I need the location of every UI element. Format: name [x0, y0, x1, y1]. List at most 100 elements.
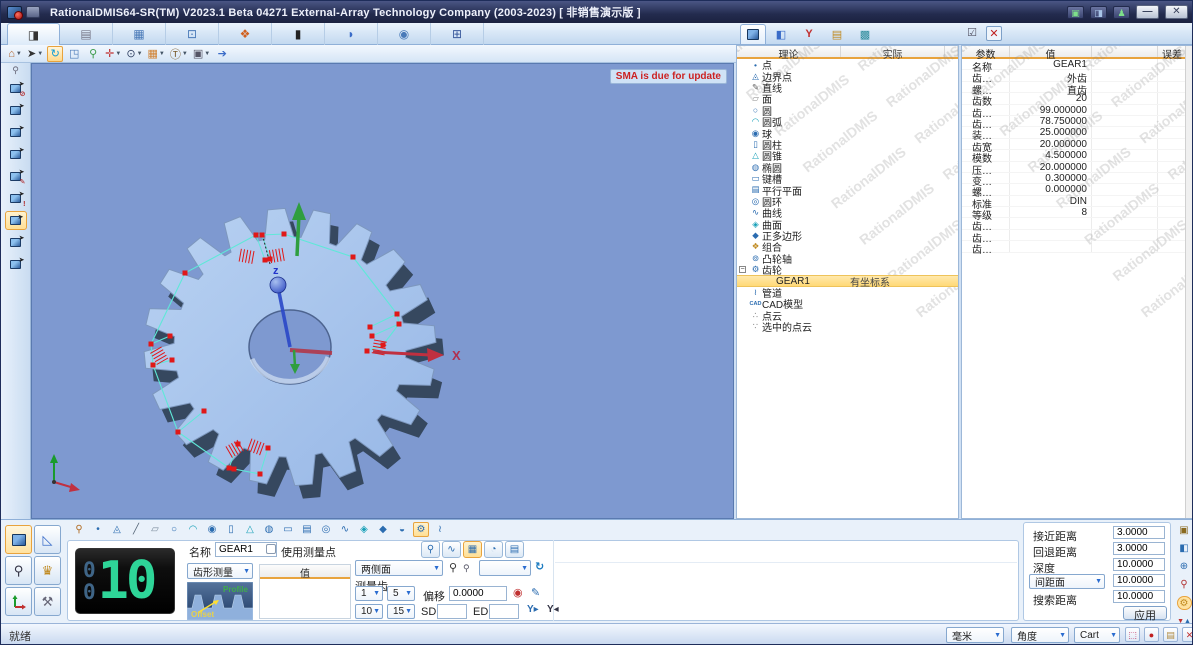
record-box-icon[interactable]: ▣ ▼ — [192, 46, 211, 62]
unit-length-select[interactable]: 毫米 ▼ — [946, 627, 1004, 643]
home-icon[interactable]: ⌂ ▼ — [7, 46, 23, 62]
view-eye-icon[interactable]: ⊙ ▼ — [125, 46, 143, 62]
param-row[interactable]: 螺… 0.000000 — [962, 184, 1192, 199]
geom-circle-icon[interactable]: ○ — [166, 522, 182, 537]
tab-display[interactable]: ⊡ — [166, 23, 219, 45]
param-row[interactable]: 齿数 20 — [962, 93, 1192, 108]
use-measured-points-checkbox[interactable] — [266, 544, 276, 554]
probe-t-icon[interactable]: ⚲ — [449, 561, 457, 574]
user-sync-icon[interactable]: ♟ — [1113, 5, 1130, 19]
gear-tab-table[interactable]: ▦ — [463, 541, 482, 558]
cad-pick-mode-8-icon[interactable]: ➤ — [5, 233, 27, 252]
edit-icon[interactable]: ✎ — [531, 586, 540, 599]
column-theoretical[interactable]: 理论 — [737, 46, 842, 61]
machine-tools-button[interactable]: ⚒ — [34, 587, 61, 616]
param-row[interactable]: 齿… 外齿 — [962, 70, 1192, 85]
param-row[interactable]: 模数 4.500000 — [962, 150, 1192, 165]
pick-probe-icon[interactable]: ⚲ — [71, 522, 87, 537]
geom-keyway-icon[interactable]: ◒ — [394, 522, 410, 537]
tab-disc[interactable]: ◉ — [378, 23, 431, 45]
retract-input[interactable] — [1113, 542, 1165, 555]
sd-input[interactable] — [437, 604, 467, 619]
rail-pin-icon[interactable]: ⚲ — [12, 65, 19, 76]
spacing-input[interactable] — [1113, 574, 1165, 587]
gear-tab-card[interactable]: ▤ — [505, 541, 524, 558]
machine-probe-button[interactable]: ⚲ — [5, 556, 32, 585]
zoom-region-icon[interactable]: ◳ — [66, 46, 82, 62]
tree-tab-report[interactable]: ▩ — [852, 24, 878, 44]
machine-axes-button[interactable] — [5, 587, 32, 616]
geom-gear-icon[interactable]: ⚙ — [413, 522, 429, 537]
apply-button[interactable]: 应用 — [1123, 606, 1167, 622]
rail-case-icon[interactable]: ▣ — [1177, 524, 1192, 538]
param-row[interactable]: 名称 GEAR1 — [962, 59, 1192, 74]
cad-pick-mode-1-icon[interactable]: ➤ ⊘ — [5, 79, 27, 98]
y-back-icon[interactable]: Y◂ — [547, 604, 559, 615]
tree-item-选中的点云[interactable]: ∵ 选中的点云 — [737, 321, 958, 334]
close-button[interactable]: ✕ — [1165, 5, 1188, 19]
machine-ruler-button[interactable]: ◺ — [34, 525, 61, 554]
params-checkbox-icon[interactable]: ☑ — [964, 26, 980, 41]
cad-pick-mode-6-icon[interactable]: ➤! — [5, 189, 27, 208]
geom-pplanes-icon[interactable]: ▤ — [299, 522, 315, 537]
tree-tab-basket[interactable]: ▤ — [824, 24, 850, 44]
y-forward-icon[interactable]: Y▸ — [527, 604, 539, 615]
tab-screen[interactable]: ⊞ — [431, 23, 484, 45]
probe-select[interactable]: ▼ — [479, 560, 531, 576]
geom-cone-icon[interactable]: △ — [242, 522, 258, 537]
flank-select[interactable]: 两侧面 ▼ — [355, 560, 443, 576]
tab-document[interactable]: ▤ — [60, 23, 113, 45]
depth-input[interactable] — [1113, 558, 1165, 571]
tab-shield[interactable]: ◗ — [325, 23, 378, 45]
cad-pick-mode-7-icon[interactable]: ➤ — [4, 211, 27, 230]
param-row[interactable]: 齿… 99.000000 — [962, 104, 1192, 120]
param-row[interactable]: 压… 20.000000 — [962, 161, 1192, 177]
machine-cad-button[interactable] — [5, 525, 32, 554]
geom-ellipse-icon[interactable]: ◍ — [261, 522, 277, 537]
status-doc-icon[interactable]: ▤ — [1163, 627, 1178, 642]
tree-tab-elements[interactable] — [740, 24, 766, 44]
param-row[interactable]: 齿宽 20.000000 — [962, 138, 1192, 154]
geom-plane-icon[interactable]: ▱ — [147, 522, 163, 537]
geom-bpoint-icon[interactable]: ◬ — [109, 522, 125, 537]
gear-tab-probe[interactable]: ⚲ — [421, 541, 440, 558]
geom-torus-icon[interactable]: ◎ — [318, 522, 334, 537]
minimize-button[interactable]: — — [1136, 5, 1159, 19]
param-row[interactable]: 标准 DIN — [962, 195, 1192, 211]
probe-align-icon[interactable]: ⚲ — [85, 46, 101, 62]
geom-cylinder-icon[interactable]: ▯ — [223, 522, 239, 537]
tooth-from-select[interactable]: 1 ▼ — [355, 586, 383, 601]
geom-arc-icon[interactable]: ◠ — [185, 522, 201, 537]
gear-tab-chart[interactable]: ∿ — [442, 541, 461, 558]
cad-pick-mode-2-icon[interactable]: ➤ — [5, 101, 27, 120]
tab-device[interactable]: ◨ — [7, 23, 60, 45]
rotate-view-icon[interactable]: ↻ — [47, 45, 64, 62]
tree-tab-features[interactable]: ◧ — [768, 24, 794, 44]
cad-pick-mode-5-icon[interactable]: ➤ ✎ — [5, 167, 27, 186]
params-delete-icon[interactable]: ✕ — [986, 26, 1002, 41]
select-cursor-icon[interactable]: ➤ ▼ — [26, 46, 44, 62]
tree-tab-filter[interactable]: Y — [796, 24, 822, 44]
param-row[interactable]: 齿… — [962, 229, 1192, 245]
tooth-to-select[interactable]: 15 ▼ — [387, 604, 415, 619]
param-row[interactable]: 螺… 直齿 — [962, 81, 1192, 97]
spacing-mode-select[interactable]: 间距面 ▼ — [1029, 574, 1105, 589]
rail-cube-icon[interactable]: ◧ — [1177, 542, 1192, 556]
geom-point-icon[interactable]: • — [90, 522, 106, 537]
tree-item-齿轮[interactable]: − ⚙ 齿轮 — [737, 264, 958, 277]
search-input[interactable] — [1113, 590, 1165, 603]
param-row[interactable]: 齿… — [962, 241, 1192, 256]
refresh-icon[interactable]: ↻ — [535, 560, 544, 573]
tab-colors[interactable]: ❖ — [219, 23, 272, 45]
geom-slot-icon[interactable]: ▭ — [280, 522, 296, 537]
tab-probe[interactable]: ▮ — [272, 23, 325, 45]
geom-polygon-icon[interactable]: ◆ — [375, 522, 391, 537]
column-value[interactable]: 值 — [1010, 46, 1092, 61]
rail-gear-icon[interactable]: ⚙ — [1176, 596, 1192, 610]
offset-input[interactable] — [449, 586, 507, 601]
tab-table[interactable]: ▦ — [113, 23, 166, 45]
cad-pick-mode-3-icon[interactable]: ➤ — [5, 123, 27, 142]
geom-pipe-icon[interactable]: ≀ — [432, 522, 448, 537]
geom-line-icon[interactable]: ╱ — [128, 522, 144, 537]
gear-tab-arc[interactable]: ◔ — [484, 541, 503, 558]
